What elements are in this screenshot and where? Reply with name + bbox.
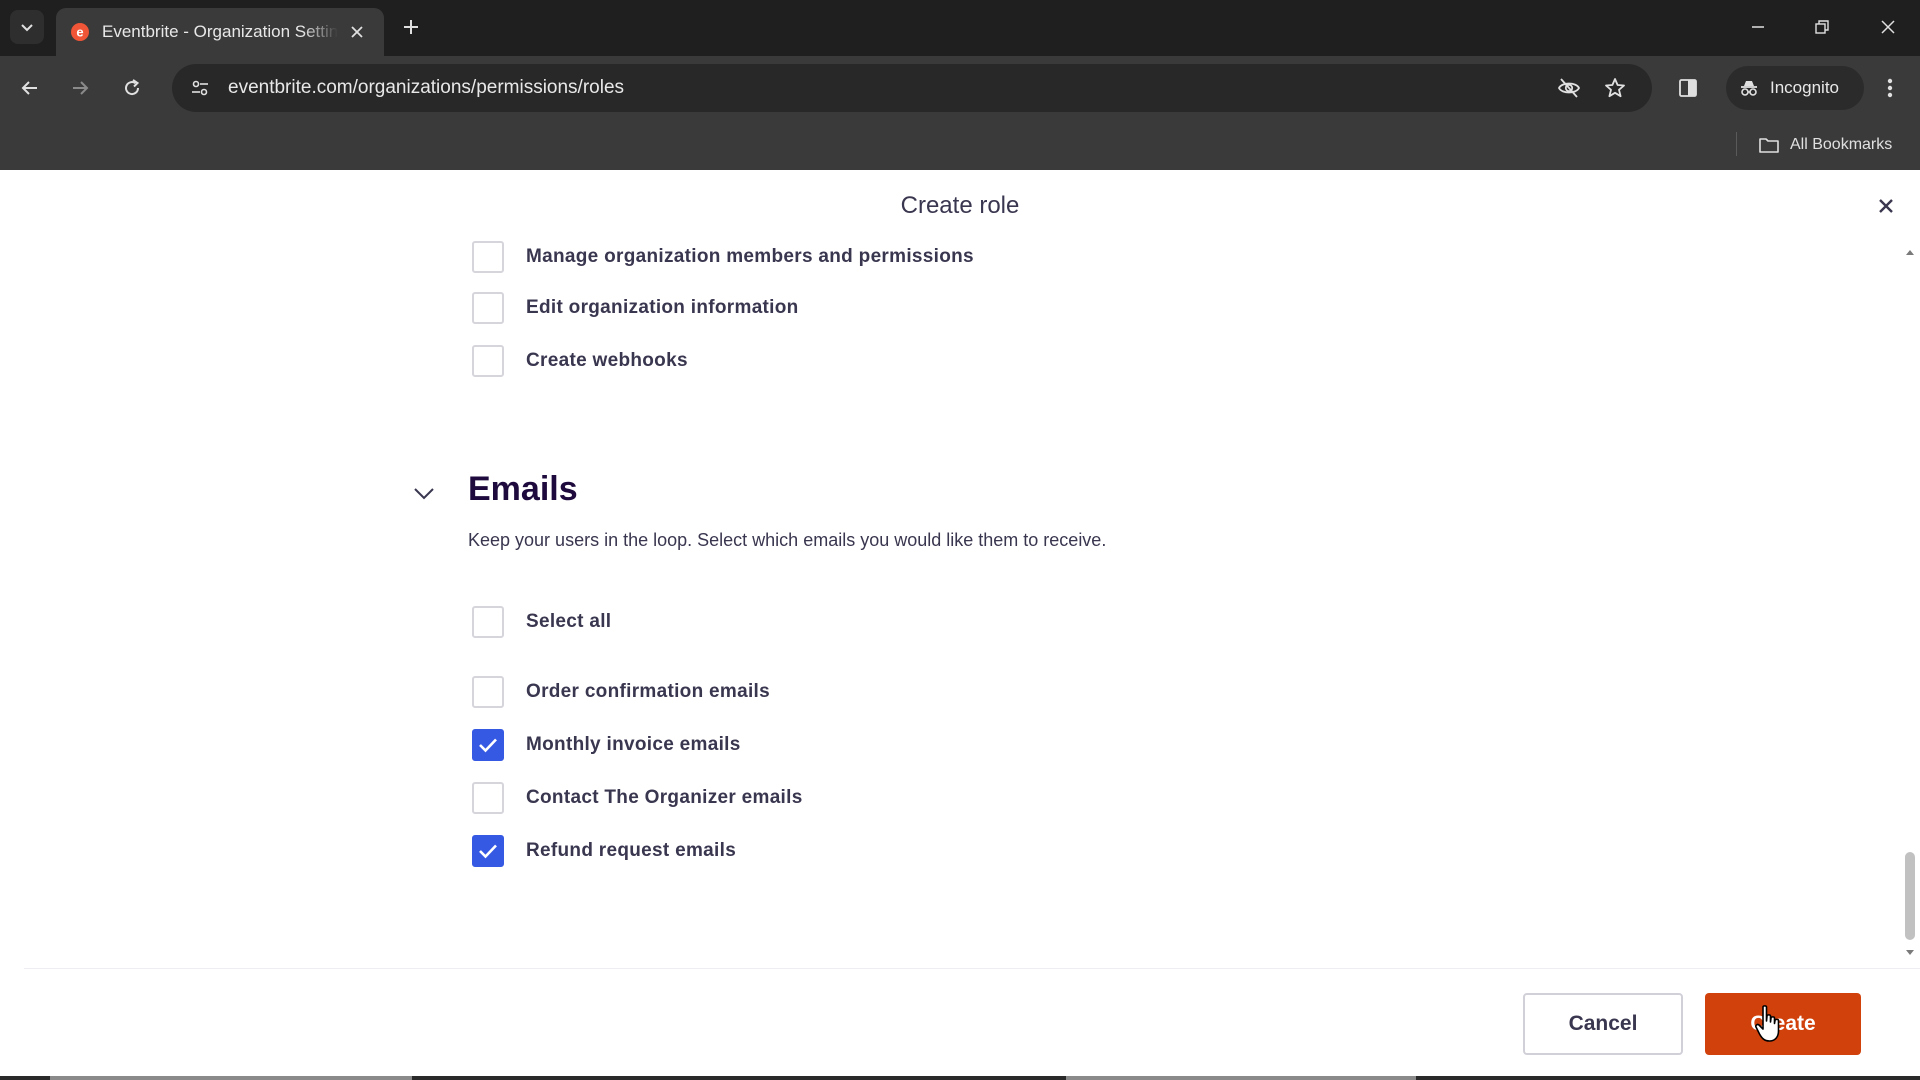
checkbox-label: Order confirmation emails — [526, 681, 771, 702]
browser-tab-bar: e Eventbrite - Organization Settings — [0, 0, 1920, 56]
scrollbar-thumb[interactable] — [1905, 852, 1915, 940]
scroll-up-arrow-icon[interactable] — [1904, 246, 1916, 258]
all-bookmarks-button[interactable]: All Bookmarks — [1758, 130, 1892, 160]
tab-title: Eventbrite - Organization Settings — [102, 22, 338, 41]
strip-segment — [1066, 1076, 1416, 1080]
modal-header: Create role — [0, 170, 1920, 240]
browser-menu-icon[interactable] — [1872, 70, 1908, 106]
checkbox[interactable] — [472, 782, 504, 814]
tab-close-icon[interactable] — [346, 21, 368, 43]
checkbox-label: Select all — [526, 611, 612, 632]
cancel-button[interactable]: Cancel — [1523, 993, 1683, 1055]
address-bar[interactable]: eventbrite.com/organizations/permissions… — [172, 64, 1652, 112]
tab-search-button[interactable] — [10, 10, 44, 44]
checkbox[interactable] — [472, 345, 504, 377]
bookmarks-bar: All Bookmarks — [0, 120, 1920, 170]
email-contact-organizer[interactable]: Contact The Organizer emails — [472, 781, 803, 815]
checkbox[interactable] — [472, 676, 504, 708]
eye-off-icon[interactable] — [1552, 71, 1586, 105]
window-close-icon[interactable] — [1866, 10, 1910, 44]
window-restore-icon[interactable] — [1800, 10, 1844, 44]
new-tab-plus-icon[interactable] — [396, 12, 426, 42]
checkbox-checked[interactable] — [472, 729, 504, 761]
emails-section-title: Emails — [468, 470, 578, 508]
checkbox-label: Refund request emails — [526, 840, 737, 861]
create-button[interactable]: Create — [1705, 993, 1861, 1055]
forward-arrow-icon[interactable] — [62, 70, 98, 106]
checkmark-icon — [479, 738, 497, 753]
eventbrite-favicon-icon: e — [70, 22, 90, 42]
email-monthly-invoice[interactable]: Monthly invoice emails — [472, 728, 741, 762]
emails-select-all[interactable]: Select all — [472, 605, 611, 639]
browser-tab[interactable]: e Eventbrite - Organization Settings — [56, 8, 384, 56]
checkbox[interactable] — [472, 606, 504, 638]
checkbox-label: Edit organization information — [526, 297, 799, 318]
incognito-icon — [1741, 81, 1757, 96]
permission-manage-members[interactable]: Manage organization members and permissi… — [472, 240, 974, 274]
permission-edit-organization[interactable]: Edit organization information — [472, 291, 799, 325]
email-order-confirmation[interactable]: Order confirmation emails — [472, 675, 770, 709]
modal-title: Create role — [900, 192, 1020, 219]
modal-close-icon[interactable] — [1870, 190, 1902, 222]
checkbox-label: Contact The Organizer emails — [526, 787, 803, 808]
checkbox-label: Manage organization members and permissi… — [526, 246, 974, 267]
incognito-badge[interactable]: Incognito — [1726, 66, 1864, 110]
checkbox-checked[interactable] — [472, 835, 504, 867]
chevron-down-icon — [21, 24, 33, 32]
checkbox[interactable] — [472, 292, 504, 324]
back-arrow-icon[interactable] — [12, 70, 48, 106]
checkbox-label: Create webhooks — [526, 350, 688, 371]
modal-footer: Cancel Create — [24, 968, 1920, 1078]
bookmark-star-icon[interactable] — [1598, 71, 1632, 105]
email-refund-request[interactable]: Refund request emails — [472, 834, 736, 868]
svg-text:e: e — [76, 25, 83, 40]
url-text: eventbrite.com/organizations/permissions… — [228, 77, 625, 98]
window-minimize-icon[interactable] — [1736, 10, 1780, 44]
checkbox-label: Monthly invoice emails — [526, 734, 741, 755]
scroll-down-arrow-icon[interactable] — [1904, 947, 1916, 959]
reload-icon[interactable] — [114, 70, 150, 106]
checkmark-icon — [479, 844, 497, 859]
emails-section-collapse-chevron-icon[interactable] — [406, 476, 442, 512]
modal-scrollbar[interactable] — [1900, 240, 1920, 965]
all-bookmarks-label: All Bookmarks — [1790, 136, 1893, 153]
permission-create-webhooks[interactable]: Create webhooks — [472, 344, 688, 378]
folder-icon — [1759, 138, 1779, 153]
emails-section-description: Keep your users in the loop. Select whic… — [468, 530, 1107, 550]
bookmarks-separator — [1736, 132, 1737, 156]
checkbox[interactable] — [472, 241, 504, 273]
site-settings-icon[interactable] — [180, 68, 220, 108]
incognito-label: Incognito — [1770, 78, 1839, 97]
strip-segment — [50, 1076, 412, 1080]
modal-content: Manage organization members and permissi… — [0, 240, 1900, 965]
bottom-progress-strip — [0, 1076, 1920, 1080]
side-panel-icon[interactable] — [1670, 70, 1706, 106]
browser-toolbar: eventbrite.com/organizations/permissions… — [0, 56, 1920, 120]
